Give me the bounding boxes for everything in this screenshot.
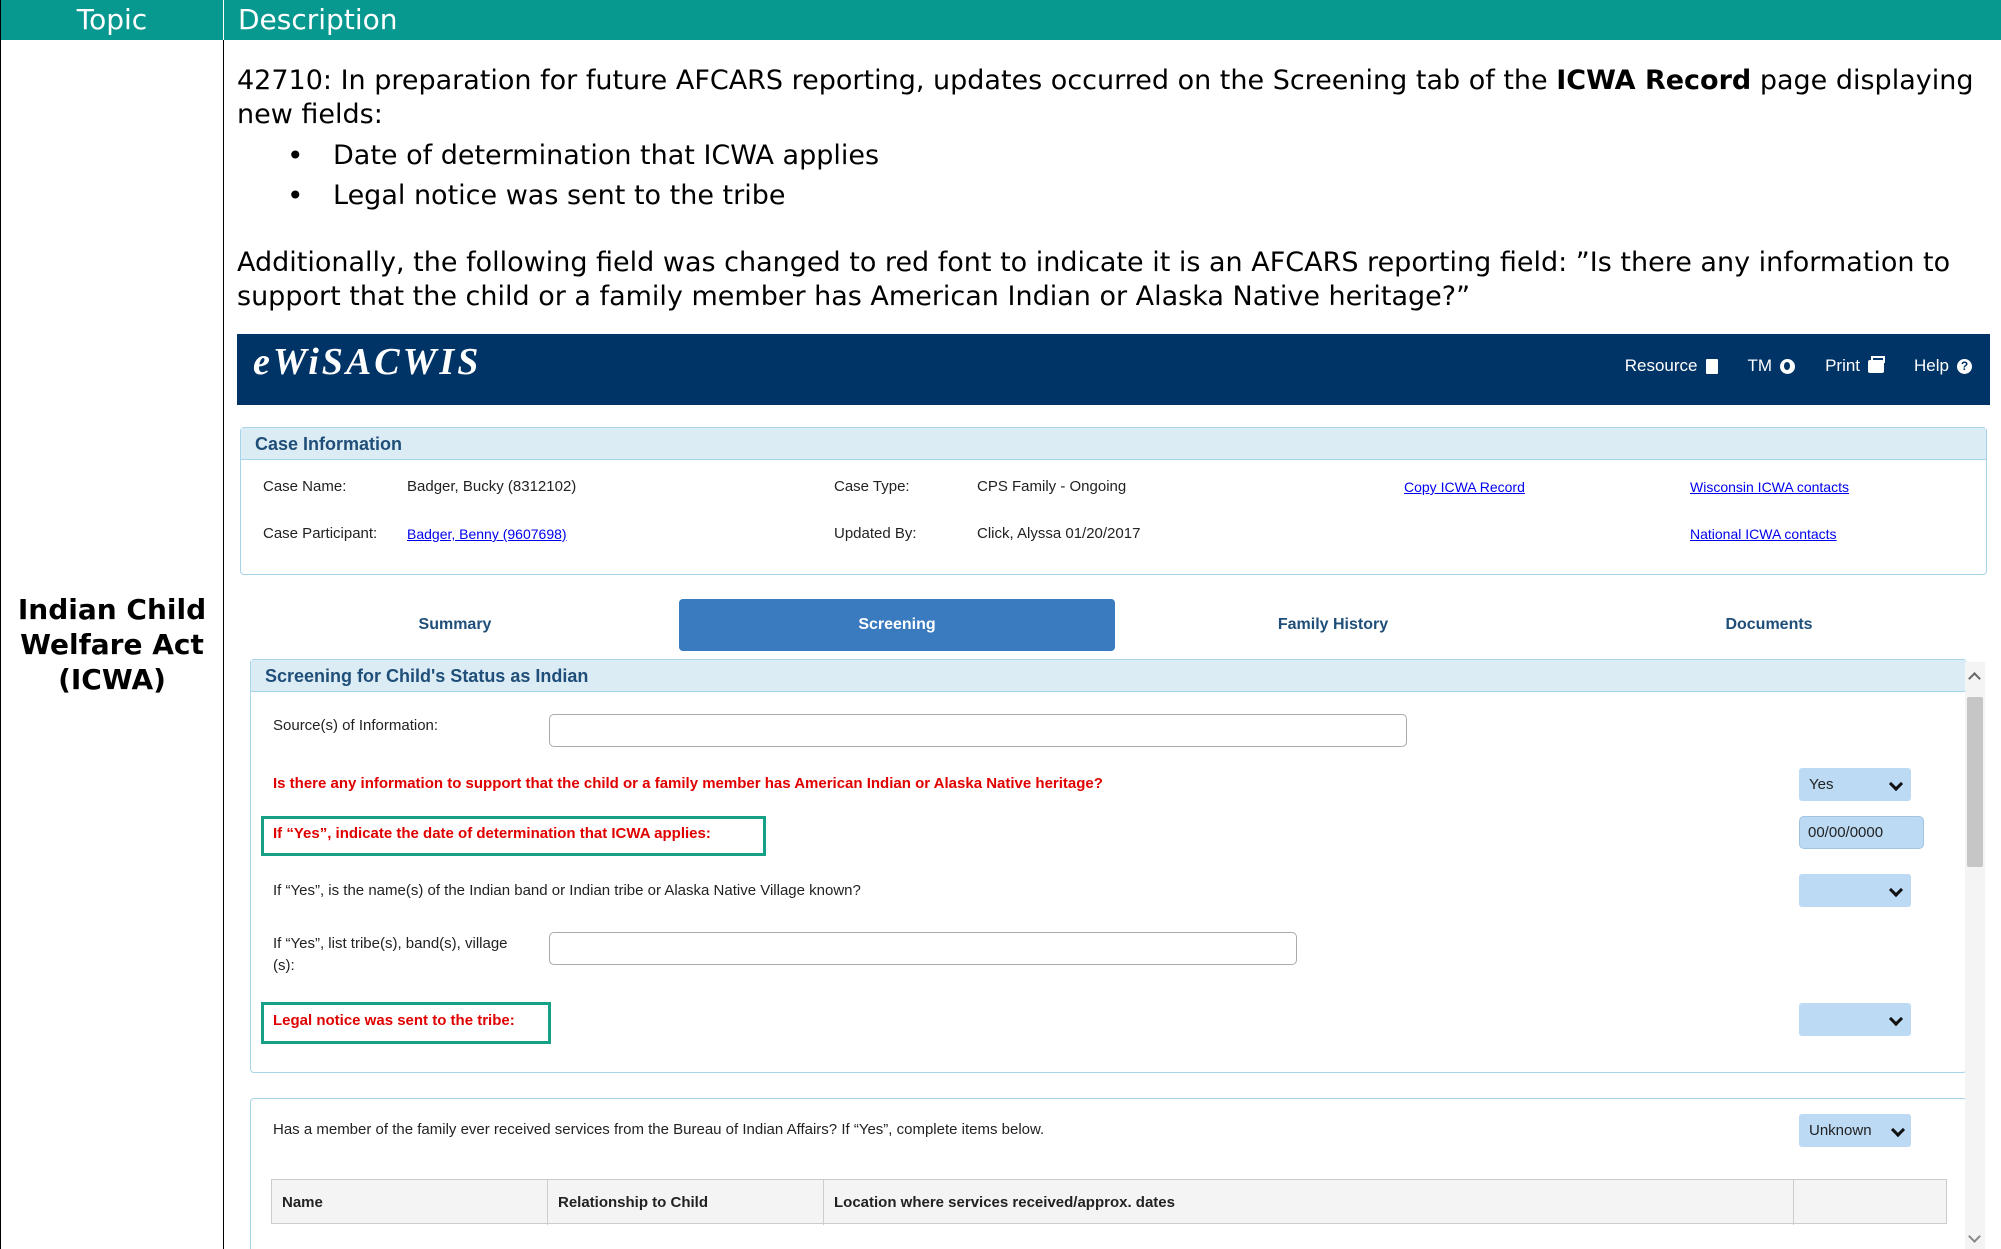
description-paragraph-2: Additionally, the following field was ch… [237, 247, 1951, 312]
bia-table-header: Name Relationship to Child Location wher… [271, 1179, 1947, 1225]
screening-panel: Screening for Child's Status as Indian S… [250, 659, 1967, 1073]
case-information-title: Case Information [241, 428, 1986, 460]
screening-title: Screening for Child's Status as Indian [251, 660, 1966, 692]
column-header-relationship: Relationship to Child [548, 1180, 824, 1225]
document-table: Topic Description Indian Child Welfare A… [0, 0, 2001, 1249]
icwa-record-bold: ICWA Record [1556, 65, 1752, 96]
chevron-down-icon [1888, 882, 1904, 898]
legal-notice-label: Legal notice was sent to the tribe: [273, 1012, 515, 1029]
heritage-select[interactable]: Yes [1799, 768, 1911, 801]
top-nav: Resource TM Print Help? [1625, 355, 1972, 376]
updated-by-value: Click, Alyssa 01/20/2017 [977, 525, 1141, 542]
national-icwa-contacts-link[interactable]: National ICWA contacts [1690, 526, 1837, 542]
print-icon [1868, 355, 1886, 373]
tab-summary[interactable]: Summary [237, 599, 673, 651]
date-determination-input[interactable]: 00/00/0000 [1799, 816, 1924, 849]
topic-line: (ICWA) [58, 663, 166, 696]
case-name-label: Case Name: [263, 478, 347, 495]
tab-documents[interactable]: Documents [1551, 599, 1987, 651]
wisconsin-icwa-contacts-link[interactable]: Wisconsin ICWA contacts [1690, 479, 1849, 495]
bia-select[interactable]: Unknown [1799, 1114, 1911, 1147]
chevron-down-icon [1888, 1011, 1904, 1027]
nav-tm[interactable]: TM [1748, 356, 1796, 376]
case-participant-label: Case Participant: [263, 525, 378, 542]
description-header: Description [238, 3, 398, 36]
list-tribes-label-line2: (s): [273, 957, 295, 974]
icwa-record-screenshot: eWiSACWIS Resource TM Print Help? Case I… [237, 334, 1990, 1249]
description-cell: 42710: In preparation for future AFCARS … [237, 64, 1987, 314]
case-name-value: Badger, Bucky (8312102) [407, 478, 577, 495]
chevron-down-icon [1890, 1122, 1906, 1138]
nav-resource[interactable]: Resource [1625, 356, 1718, 376]
new-fields-list: Date of determination that ICWA applies … [287, 136, 1987, 216]
topic-cell: Indian Child Welfare Act (ICWA) [1, 592, 223, 697]
book-icon [1705, 358, 1718, 374]
tribe-name-known-select[interactable] [1799, 874, 1911, 907]
case-type-label: Case Type: [834, 478, 910, 495]
list-tribes-input[interactable] [549, 932, 1297, 965]
help-icon: ? [1957, 358, 1972, 374]
description-paragraph-1: 42710: In preparation for future AFCARS … [237, 65, 1974, 130]
scroll-down-icon[interactable] [1968, 1230, 1981, 1243]
tribe-name-known-question: If “Yes”, is the name(s) of the Indian b… [273, 882, 861, 899]
heritage-question: Is there any information to support that… [273, 775, 1103, 792]
list-item: Date of determination that ICWA applies [287, 136, 1987, 176]
case-information-panel: Case Information Case Name: Badger, Buck… [240, 427, 1987, 575]
app-banner: eWiSACWIS Resource TM Print Help? [237, 334, 1990, 405]
scroll-thumb[interactable] [1967, 697, 1983, 867]
case-type-value: CPS Family - Ongoing [977, 478, 1127, 495]
column-header-name: Name [272, 1180, 548, 1225]
globe-icon [1780, 358, 1796, 374]
nav-help[interactable]: Help? [1914, 356, 1972, 376]
tab-screening[interactable]: Screening [679, 599, 1115, 651]
tab-family-history[interactable]: Family History [1115, 599, 1551, 651]
scroll-up-icon[interactable] [1968, 672, 1981, 685]
topic-line: Welfare Act [20, 628, 204, 661]
case-participant-link[interactable]: Badger, Benny (9607698) [407, 526, 567, 542]
tab-bar: Summary Screening Family History Documen… [237, 599, 1990, 651]
legal-notice-select[interactable] [1799, 1003, 1911, 1036]
list-tribes-label-line1: If “Yes”, list tribe(s), band(s), villag… [273, 935, 508, 952]
table-header-row: Topic Description [1, 0, 2001, 40]
source-label: Source(s) of Information: [273, 717, 439, 734]
date-determination-label: If “Yes”, indicate the date of determina… [273, 825, 711, 842]
source-input[interactable] [549, 714, 1407, 747]
topic-header: Topic [1, 0, 224, 40]
chevron-down-icon [1888, 776, 1904, 792]
updated-by-label: Updated By: [834, 525, 917, 542]
column-divider [223, 40, 224, 1249]
topic-line: Indian Child [17, 593, 207, 626]
bia-question: Has a member of the family ever received… [273, 1121, 1045, 1138]
copy-icwa-record-link[interactable]: Copy ICWA Record [1404, 479, 1525, 495]
vertical-scrollbar[interactable] [1965, 662, 1985, 1249]
app-logo: eWiSACWIS [253, 341, 482, 383]
nav-print[interactable]: Print [1825, 355, 1886, 376]
list-item: Legal notice was sent to the tribe [287, 176, 1987, 216]
column-header-location: Location where services received/approx.… [824, 1180, 1794, 1225]
bia-services-panel: Has a member of the family ever received… [250, 1098, 1967, 1249]
